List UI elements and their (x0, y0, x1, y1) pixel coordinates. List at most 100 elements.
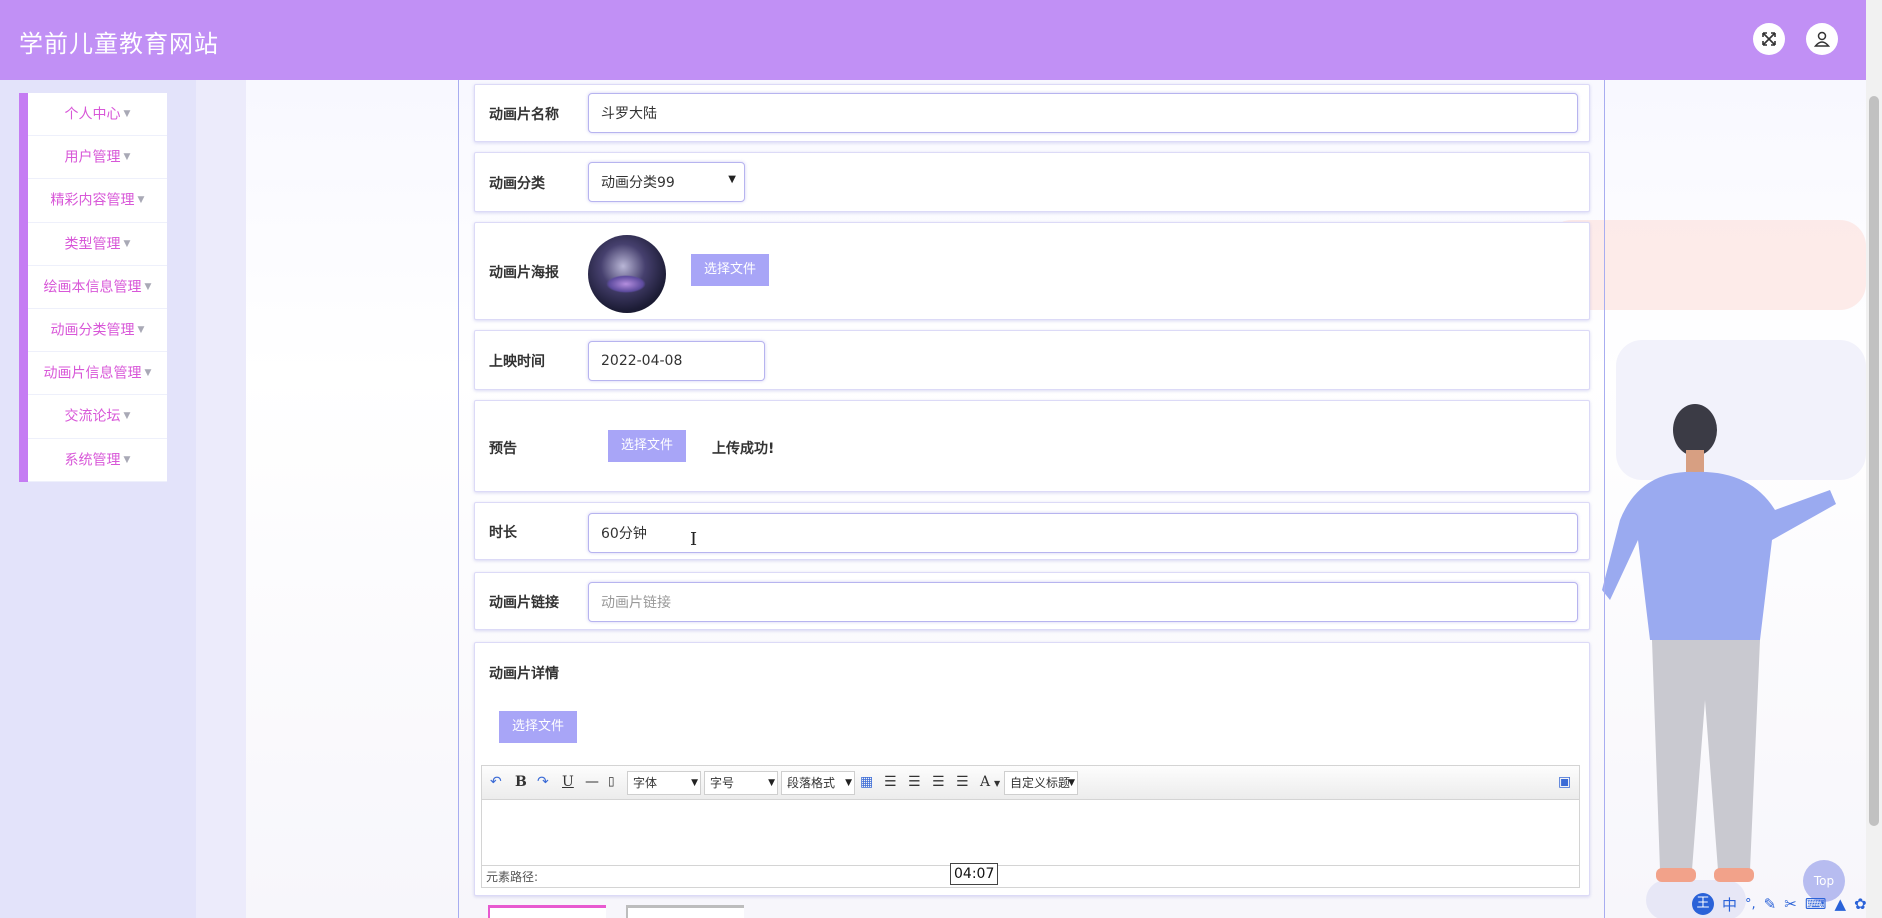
release-date-input[interactable]: 2022-04-08 (588, 341, 765, 381)
caret-down-icon: ▼ (1068, 778, 1075, 788)
field-row-category: 动画分类 动画分类99 ▼ (474, 152, 1590, 212)
sidebar-item-label: 交流论坛 (64, 408, 121, 425)
upload-status: 上传成功! (712, 441, 775, 457)
field-label: 时长 (489, 525, 517, 541)
scissors-icon[interactable]: ✂ (1784, 895, 1797, 913)
time-tooltip: 04:07 (950, 863, 999, 885)
field-row-release: 上映时间 2022-04-08 (474, 330, 1590, 390)
sidebar-item-label: 动画分类管理 (50, 322, 135, 339)
field-label: 预告 (489, 441, 517, 457)
underline-button[interactable]: U (562, 774, 574, 790)
caret-down-icon: ▼ (123, 109, 131, 119)
keyboard-icon[interactable]: ⌨ (1805, 895, 1827, 913)
horizontal-rule-icon[interactable]: — (585, 774, 599, 790)
paragraph-format-select[interactable]: 段落格式 ▼ (781, 771, 855, 795)
detail-file-button[interactable]: 选择文件 (499, 711, 577, 743)
ime-punct-toggle[interactable]: °, (1745, 897, 1756, 912)
chevron-down-icon: ▼ (728, 174, 736, 185)
category-select[interactable]: 动画分类99 ▼ (588, 162, 745, 202)
sidebar-item-type-management[interactable]: 类型管理 ▼ (28, 223, 167, 266)
sidebar-item-label: 系统管理 (64, 452, 121, 468)
align-right-icon[interactable]: ☰ (908, 774, 921, 790)
font-size-value: 字号 (710, 776, 735, 790)
sidebar-item-forum[interactable]: 交流论坛 ▼ (28, 395, 167, 439)
caret-down-icon[interactable]: ▼ (994, 779, 1000, 788)
font-color-button[interactable]: A (980, 774, 990, 790)
rich-text-editor: ↶ B ↷ U — ▯ 字体 ▼ 字号 ▼ 段落格式 ▼ ▦ ☰ ☰ ☰ ☰ A ▼ … (481, 765, 1580, 888)
sidebar-item-drawing-book[interactable]: 绘画本信息管理 ▼ (28, 266, 167, 309)
field-label: 动画片海报 (489, 265, 559, 281)
caret-down-icon: ▼ (123, 454, 131, 465)
font-size-select[interactable]: 字号 ▼ (704, 771, 778, 795)
ime-logo[interactable]: 王 (1692, 893, 1714, 915)
layout-gutter (196, 80, 246, 918)
caret-down-icon: ▼ (144, 368, 152, 379)
field-row-link: 动画片链接 动画片链接 (474, 572, 1590, 630)
field-label: 动画片名称 (489, 107, 559, 123)
site-title: 学前儿童教育网站 (19, 30, 219, 58)
tab-peek (626, 905, 744, 918)
caret-down-icon: ▼ (123, 238, 131, 249)
field-label: 动画片链接 (489, 595, 559, 611)
undo-icon[interactable]: ↶ (490, 774, 502, 790)
custom-heading-select[interactable]: 自定义标题 ▼ (1004, 771, 1078, 795)
person-illustration (1602, 404, 1836, 882)
field-row-poster: 动画片海报 选择文件 (474, 222, 1590, 320)
bold-button[interactable]: B (515, 774, 527, 790)
table-icon[interactable]: ▦ (860, 774, 873, 790)
sidebar-item-animation-info[interactable]: 动画片信息管理 ▼ (28, 352, 167, 396)
caret-down-icon: ▼ (691, 778, 698, 788)
caret-down-icon: ▼ (137, 195, 145, 206)
category-select-value: 动画分类99 (601, 175, 675, 191)
trailer-file-button[interactable]: 选择文件 (608, 430, 686, 462)
tab-peek (488, 905, 606, 918)
caret-down-icon: ▼ (137, 324, 145, 335)
poster-file-button[interactable]: 选择文件 (691, 254, 769, 286)
font-family-select[interactable]: 字体 ▼ (627, 771, 701, 795)
user-icon (1813, 31, 1831, 47)
caret-down-icon: ▼ (123, 411, 131, 422)
element-path: 元素路径: (482, 865, 1579, 887)
text-cursor-icon: I (690, 529, 698, 550)
duration-input[interactable]: 60分钟 (588, 513, 1578, 553)
caret-down-icon: ▼ (123, 152, 131, 163)
poster-thumbnail (588, 235, 666, 313)
sidebar-item-personal-center[interactable]: 个人中心 ▼ (28, 93, 167, 137)
field-row-duration: 时长 60分钟 (474, 502, 1590, 560)
sidebar-item-user-management[interactable]: 用户管理 ▼ (28, 136, 167, 180)
custom-heading-value: 自定义标题 (1010, 776, 1071, 790)
field-row-detail: 动画片详情 选择文件 ↶ B ↷ U — ▯ 字体 ▼ 字号 ▼ 段落格式 ▼ ▦ ☰… (474, 642, 1590, 896)
paragraph-format-value: 段落格式 (787, 776, 836, 790)
ime-lang-toggle[interactable]: 中 (1722, 894, 1737, 915)
editor-toolbar: ↶ B ↷ U — ▯ 字体 ▼ 字号 ▼ 段落格式 ▼ ▦ ☰ ☰ ☰ ☰ A ▼ … (482, 766, 1579, 800)
link-input[interactable]: 动画片链接 (588, 582, 1578, 622)
page-icon[interactable]: ▯ (608, 774, 615, 788)
sidebar-item-animation-category[interactable]: 动画分类管理 ▼ (28, 309, 167, 353)
field-label: 动画片详情 (489, 666, 559, 682)
sidebar-item-system-management[interactable]: 系统管理 ▼ (28, 439, 167, 482)
caret-down-icon: ▼ (144, 281, 152, 292)
pen-icon[interactable]: ✎ (1764, 895, 1777, 913)
sidebar-item-content-management[interactable]: 精彩内容管理 ▼ (28, 179, 167, 223)
ime-toolbar: 王 中 °, ✎ ✂ ⌨ ▲ ✿ (1690, 891, 1882, 917)
fullscreen-button[interactable] (1753, 23, 1785, 55)
align-left-icon[interactable]: ☰ (884, 774, 897, 790)
shirt-icon[interactable]: ▲ (1834, 895, 1846, 913)
align-justify-icon[interactable]: ☰ (956, 774, 969, 790)
caret-down-icon: ▼ (845, 778, 852, 788)
caret-down-icon: ▼ (768, 778, 775, 788)
sidebar-item-label: 绘画本信息管理 (43, 279, 142, 296)
page-scrollbar[interactable] (1866, 0, 1882, 918)
name-input[interactable]: 斗罗大陆 (588, 93, 1578, 133)
sidebar-item-label: 精彩内容管理 (50, 192, 135, 209)
fullscreen-editor-icon[interactable]: ▣ (1558, 774, 1571, 790)
user-button[interactable] (1806, 23, 1838, 55)
font-family-value: 字体 (633, 776, 658, 790)
sidebar-item-label: 个人中心 (64, 106, 121, 123)
field-row-trailer: 预告 选择文件 上传成功! (474, 400, 1590, 492)
scrollbar-thumb[interactable] (1869, 96, 1879, 826)
align-center-icon[interactable]: ☰ (932, 774, 945, 790)
settings-icon[interactable]: ✿ (1854, 895, 1867, 913)
sidebar-menu: 个人中心 ▼ 用户管理 ▼ 精彩内容管理 ▼ 类型管理 ▼ 绘画本信息管理 ▼ 动画分类管… (19, 93, 167, 482)
redo-icon[interactable]: ↷ (537, 774, 549, 790)
